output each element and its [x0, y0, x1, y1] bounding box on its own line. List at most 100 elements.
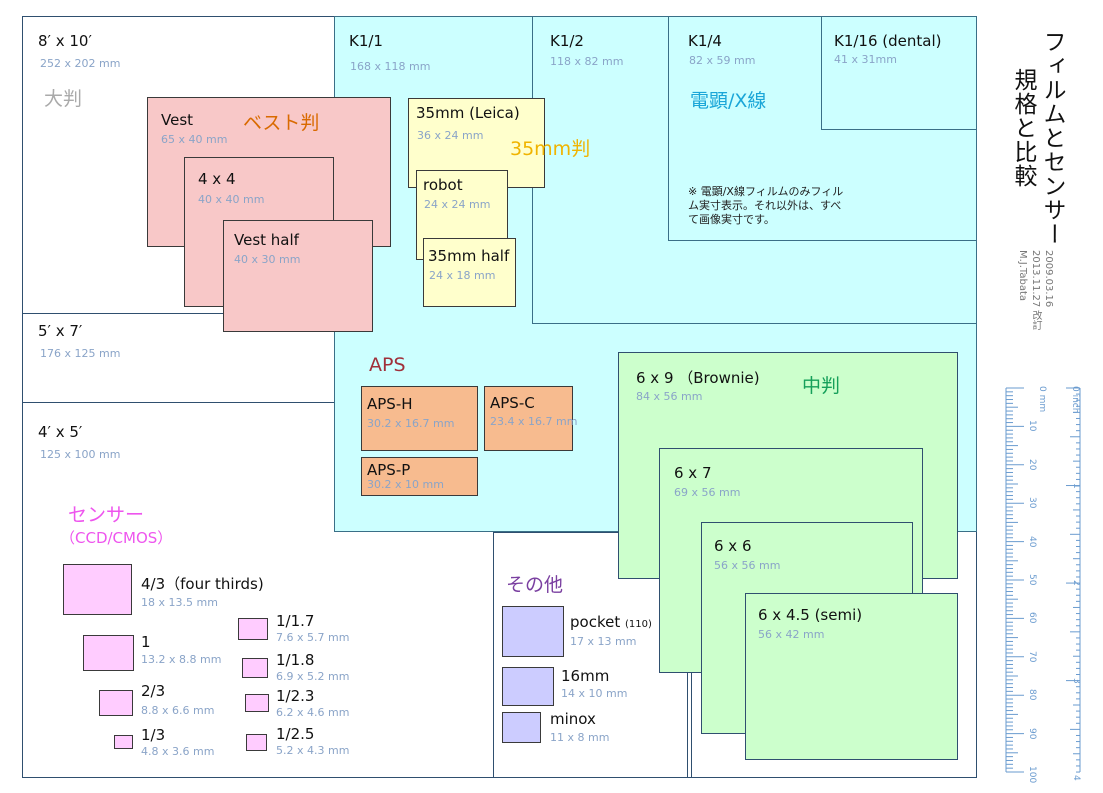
label-k16: K1/16 (dental)	[834, 32, 942, 50]
sensor-1-2.3	[245, 694, 269, 712]
label-s1: 1	[141, 633, 151, 651]
dim-6x7: 69 x 56 mm	[674, 486, 741, 499]
ruler-inch-label: 2	[1071, 580, 1081, 586]
dim-pocket: 17 x 13 mm	[570, 635, 637, 648]
dim-aps-c: 23.4 x 16.7 mm	[490, 415, 578, 428]
label-k2: K1/2	[550, 32, 584, 50]
label-s118: 1/1.8	[276, 651, 315, 669]
dim-35mm-half: 24 x 18 mm	[429, 269, 496, 282]
ruler-mm-unit: 0 mm	[1037, 386, 1047, 413]
dim-8x10: 252 x 202 mm	[40, 57, 121, 70]
sensor-1-2.5	[246, 734, 267, 751]
ruler-mm-label: 20	[1027, 458, 1037, 471]
note-denken: ※ 電顕/X線フィルムのみフィルム実寸表示。それ以外は、すべて画像実寸です。	[688, 185, 844, 226]
format-minox	[502, 712, 541, 743]
dim-6x6: 56 x 56 mm	[714, 559, 781, 572]
title-line1: フィルムとセンサー	[1039, 30, 1065, 246]
date-1: 2009.03.16	[1043, 250, 1054, 308]
group-other: その他	[506, 574, 564, 596]
sensor-2-3	[99, 690, 133, 716]
label-aps-p: APS-P	[367, 461, 411, 479]
sensor-1-3	[114, 735, 133, 749]
label-6x4.5: 6 x 4.5 (semi)	[758, 606, 863, 624]
ruler-inch-label: 4	[1071, 775, 1081, 781]
dim-16mm: 14 x 10 mm	[561, 687, 628, 700]
label-6x7: 6 x 7	[674, 464, 712, 482]
group-medium: 中判	[802, 375, 841, 397]
group-denken: 電顕/X線	[690, 90, 767, 112]
ruler-mm-label: 90	[1027, 727, 1037, 740]
label-s43: 4/3（four thirds)	[141, 575, 264, 593]
label-k4: K1/4	[688, 32, 722, 50]
group-sensor: センサー	[68, 504, 145, 526]
dim-aps-p: 30.2 x 10 mm	[367, 478, 444, 491]
sensor-4-3	[63, 564, 132, 615]
label-minox: minox	[550, 710, 596, 728]
dim-s123: 6.2 x 4.6 mm	[276, 706, 350, 719]
dim-minox: 11 x 8 mm	[550, 731, 610, 744]
dim-6x4.5: 56 x 42 mm	[758, 628, 825, 641]
dim-s1: 13.2 x 8.8 mm	[141, 653, 222, 666]
dim-4x4: 40 x 40 mm	[198, 193, 265, 206]
label-leica: 35mm (Leica)	[416, 104, 520, 122]
label-k1: K1/1	[349, 32, 383, 50]
label-s125: 1/2.5	[276, 725, 315, 743]
ruler-mm-label: 70	[1027, 650, 1037, 663]
group-sensor-sub: （CCD/CMOS）	[60, 529, 173, 547]
dim-robot: 24 x 24 mm	[424, 198, 491, 211]
group-35mm: 35mm判	[510, 138, 591, 160]
dim-s125: 5.2 x 4.3 mm	[276, 744, 350, 757]
dim-k1: 168 x 118 mm	[350, 60, 431, 73]
ruler-inch-label: 3	[1071, 677, 1081, 684]
title-line2: 規格と比較	[1010, 68, 1036, 188]
group-vest: ベスト判	[243, 112, 320, 134]
dim-k16: 41 x 31mm	[834, 53, 897, 66]
sensor-1-1.7	[238, 618, 268, 640]
label-aps-c: APS-C	[490, 394, 535, 412]
format-pocket-110	[502, 606, 564, 657]
dim-k2: 118 x 82 mm	[550, 55, 624, 68]
ruler-ticks	[1005, 387, 1081, 773]
dim-s118: 6.9 x 5.2 mm	[276, 670, 350, 683]
date-block: 2009.03.16 2013.11.27 改訂 M.J.Tabata	[1016, 250, 1055, 340]
dim-aps-h: 30.2 x 16.7 mm	[367, 417, 455, 430]
label-5x7: 5′ x 7′	[38, 322, 83, 340]
label-4x5: 4′ x 5′	[38, 423, 83, 441]
date-3: M.J.Tabata	[1017, 250, 1028, 302]
label-aps-h: APS-H	[367, 395, 413, 413]
label-pocket: pocket (110)	[570, 615, 652, 630]
dim-k4: 82 x 59 mm	[689, 54, 756, 67]
dim-5x7: 176 x 125 mm	[40, 347, 121, 360]
label-8x10: 8′ x 10′	[38, 32, 92, 50]
label-s117: 1/1.7	[276, 612, 315, 630]
group-large: 大判	[44, 88, 83, 110]
ruler-mm-label: 80	[1027, 689, 1037, 701]
label-vest-half: Vest half	[234, 231, 299, 249]
label-s23: 2/3	[141, 682, 166, 700]
dim-6x9: 84 x 56 mm	[636, 390, 703, 403]
label-robot: robot	[423, 176, 463, 194]
ruler-mm-label: 100	[1027, 766, 1037, 784]
ruler-mm-label: 10	[1027, 420, 1037, 432]
ruler-mm-label: 30	[1027, 497, 1037, 509]
label-pocket-suffix: (110)	[625, 619, 652, 630]
dim-s13: 4.8 x 3.6 mm	[141, 745, 215, 758]
dim-vest: 65 x 40 mm	[161, 133, 228, 146]
sensor-1	[83, 635, 134, 671]
label-vest: Vest	[161, 111, 194, 129]
dim-vest-half: 40 x 30 mm	[234, 253, 301, 266]
dim-s117: 7.6 x 5.7 mm	[276, 631, 350, 644]
label-16mm: 16mm	[561, 667, 610, 685]
dim-s23: 8.8 x 6.6 mm	[141, 704, 215, 717]
label-6x9: 6 x 9 （Brownie)	[636, 369, 760, 387]
date-2: 2013.11.27 改訂	[1030, 250, 1041, 331]
label-s13: 1/3	[141, 726, 166, 744]
ruler-mm-label: 60	[1027, 612, 1037, 624]
group-aps: APS	[369, 354, 406, 376]
label-35mm-half: 35mm half	[428, 247, 510, 265]
label-s123: 1/2.3	[276, 687, 315, 705]
ruler-mm-label: 40	[1027, 535, 1037, 548]
sensor-1-1.8	[242, 658, 268, 678]
dim-leica: 36 x 24 mm	[417, 129, 484, 142]
format-16mm	[502, 667, 554, 706]
